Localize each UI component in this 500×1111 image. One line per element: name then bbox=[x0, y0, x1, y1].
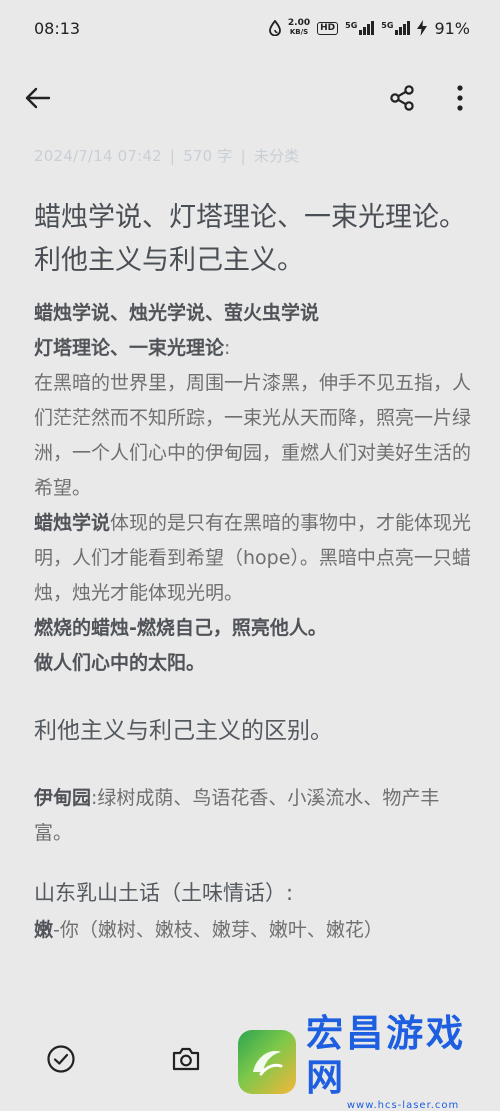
status-bar: 08:13 2.00 KB/S HD 5G 5G 91% bbox=[0, 0, 500, 56]
back-button[interactable] bbox=[20, 80, 56, 116]
note-line: 燃烧的蜡烛-燃烧自己，照亮他人。 bbox=[34, 617, 327, 639]
charging-bolt-icon bbox=[417, 20, 428, 36]
note-heading: 利他主义与利己主义的区别。 bbox=[34, 718, 333, 744]
share-button[interactable] bbox=[384, 80, 420, 116]
note-title: 蜡烛学说、灯塔理论、一束光理论。利他主义与利己主义。 bbox=[34, 202, 466, 276]
note-body[interactable]: 蜡烛学说、灯塔理论、一束光理论。利他主义与利己主义。 蜡烛学说、烛光学说、萤火虫… bbox=[34, 196, 474, 948]
signal-sim2-icon: 5G bbox=[381, 21, 411, 35]
note-category[interactable]: 未分类 bbox=[254, 147, 300, 165]
note-line: 嫩-你（嫩树、嫩枝、嫩芽、嫩叶、嫩花） bbox=[34, 919, 383, 941]
note-word-count: 570 字 bbox=[183, 147, 233, 165]
meta-separator: | bbox=[240, 147, 246, 165]
more-options-button[interactable] bbox=[442, 80, 478, 116]
check-circle-icon bbox=[47, 1045, 75, 1073]
hd-badge: HD bbox=[317, 21, 339, 35]
note-paragraph: 伊甸园:绿树成荫、鸟语花香、小溪流水、物产丰富。 bbox=[34, 787, 440, 844]
camera-button[interactable] bbox=[170, 1043, 202, 1075]
status-icons: 2.00 KB/S HD 5G 5G 91% bbox=[269, 19, 470, 38]
note-paragraph: 蜡烛学说体现的是只有在黑暗的事物中，才能体现光明，人们才能看到希望（hope）。… bbox=[34, 512, 472, 604]
watermark-url: www.hcs-laser.com bbox=[346, 1100, 460, 1111]
note-toolbar bbox=[0, 70, 500, 126]
status-time: 08:13 bbox=[34, 18, 81, 38]
site-watermark: 宏昌游戏网 www.hcs-laser.com bbox=[238, 1012, 500, 1111]
watermark-logo-icon bbox=[238, 1029, 297, 1094]
signal-sim1-icon: 5G bbox=[345, 21, 375, 35]
network-speed: 2.00 KB/S bbox=[287, 18, 311, 37]
note-line: 做人们心中的太阳。 bbox=[34, 652, 206, 674]
meta-separator: | bbox=[169, 147, 176, 165]
note-date: 2024/7/14 07:42 bbox=[34, 147, 162, 165]
note-meta: 2024/7/14 07:42 | 570 字 | 未分类 bbox=[34, 145, 299, 166]
checklist-button[interactable] bbox=[45, 1043, 77, 1075]
note-line: 蜡烛学说、烛光学说、萤火虫学说 bbox=[34, 302, 320, 324]
data-saver-icon bbox=[269, 20, 281, 36]
back-arrow-icon bbox=[25, 87, 51, 109]
battery-level: 91% bbox=[434, 18, 470, 38]
more-vertical-icon bbox=[457, 85, 463, 111]
note-line: 灯塔理论、一束光理论: bbox=[34, 337, 231, 359]
watermark-name: 宏昌游戏网 bbox=[306, 1012, 467, 1099]
note-paragraph: 在黑暗的世界里，周围一片漆黑，伸手不见五指，人们茫茫然而不知所踪，一束光从天而降… bbox=[34, 372, 472, 499]
camera-icon bbox=[172, 1047, 200, 1071]
share-icon bbox=[390, 85, 414, 111]
note-heading: 山东乳山土话（土味情话）: bbox=[34, 881, 294, 905]
